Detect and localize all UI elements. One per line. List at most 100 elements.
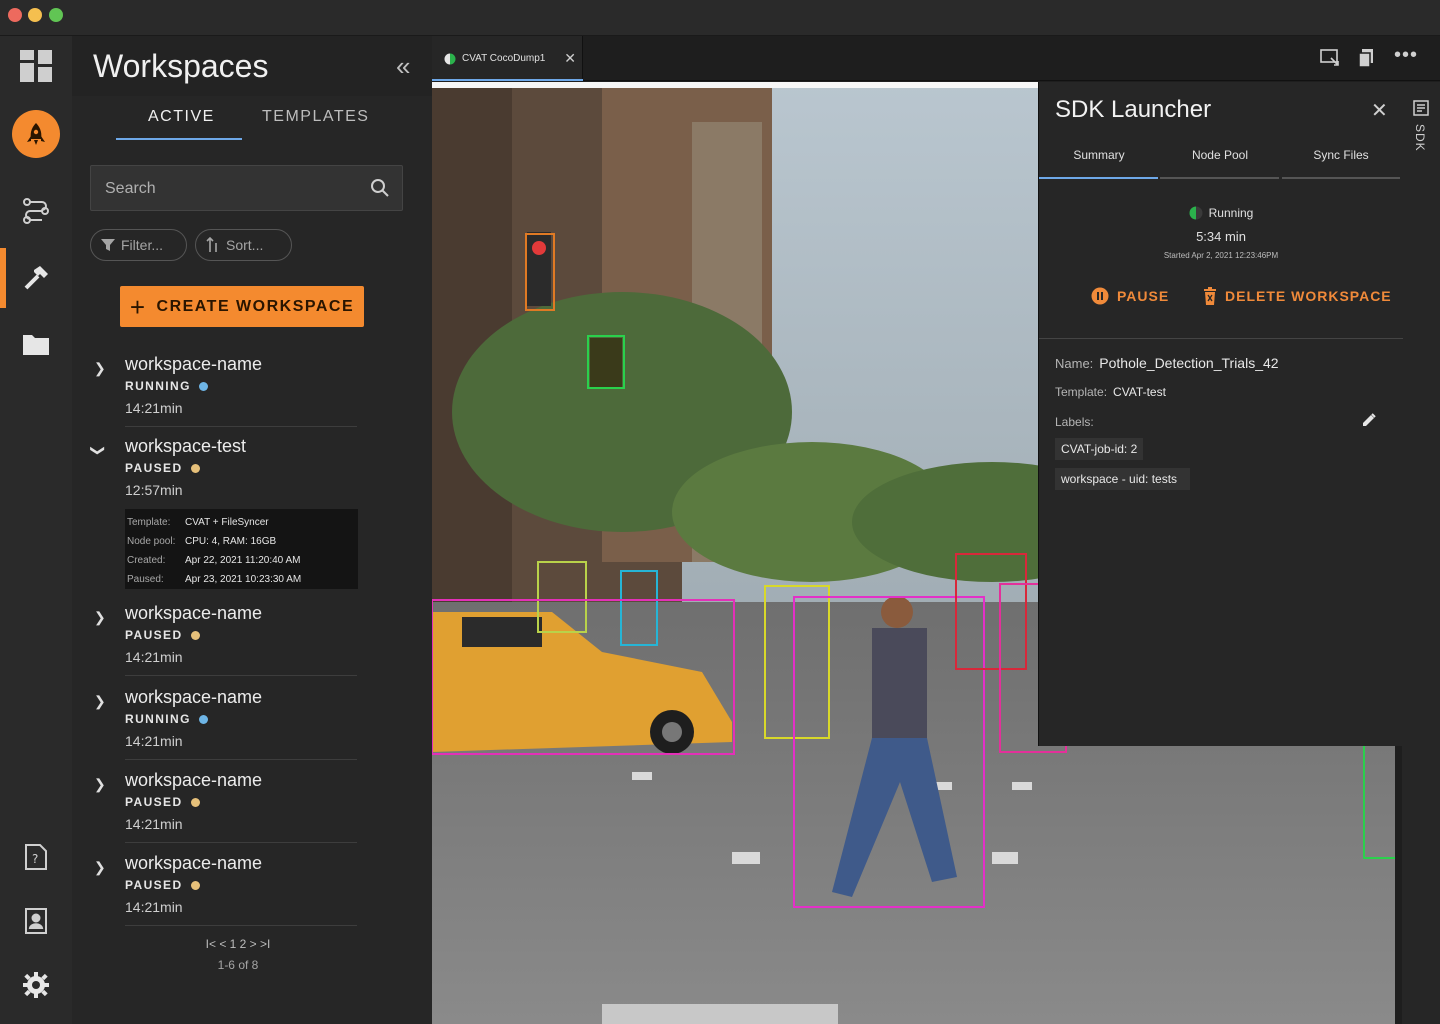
workspace-uptime: 14:21min [125,400,183,416]
status-text: Running [1208,206,1254,220]
workspace-uptime: 14:21min [125,899,183,915]
status-dot-paused [190,463,200,473]
workspace-uptime: 14:21min [125,816,183,832]
chevron-right-icon[interactable]: ❯ [94,609,106,626]
run-duration: 5:34 min [1196,229,1246,244]
trash-icon [1204,287,1216,305]
status-dot-paused [190,630,200,640]
label-chip: workspace - uid: tests [1055,468,1190,490]
panel-header: Workspaces « [72,36,432,96]
workspace-list-item[interactable]: ❯ workspace-test PAUSED 12:57min [90,436,357,510]
more-options-icon[interactable]: ••• [1394,44,1418,67]
workspace-list-item[interactable]: ❯ workspace-name RUNNING 14:21min [90,687,357,761]
pagination-count: 1-6 of 8 [217,958,259,972]
chevron-down-icon[interactable]: ❯ [89,445,106,457]
tab-summary[interactable]: Summary [1039,148,1159,162]
status-badge: PAUSED [125,461,200,475]
tab-divider [1282,177,1400,179]
tab-divider [1160,177,1279,179]
search-input[interactable]: Search [90,165,403,211]
collapse-panel-icon[interactable]: « [396,51,410,82]
copy-icon[interactable] [1358,48,1376,73]
workspace-list-item[interactable]: ❯ workspace-name PAUSED 14:21min [90,603,357,677]
workspace-list-item[interactable]: ❯ workspace-name PAUSED 14:21min [90,853,357,927]
status-badge: RUNNING [125,712,208,726]
edit-labels-icon[interactable] [1362,413,1376,432]
delete-label: DELETE WORKSPACE [1225,288,1392,304]
status-badge: PAUSED [125,795,200,809]
horizontal-scrollbar[interactable] [602,1004,838,1024]
create-workspace-button[interactable]: + CREATE WORKSPACE [120,286,364,327]
search-icon[interactable] [370,178,390,203]
window-minimize-button[interactable] [28,8,42,22]
chevron-right-icon[interactable]: ❯ [94,693,106,710]
pause-button[interactable]: PAUSE [1091,287,1169,305]
workspace-name: workspace-name [125,770,263,790]
nav-rail: ? [0,36,72,1024]
create-workspace-label: CREATE WORKSPACE [156,297,355,315]
window-titlebar [0,0,1440,36]
active-tab-indicator [1039,177,1158,179]
detail-row-paused: Paused: Apr 23, 2021 10:23:30 AM [127,574,302,585]
window-maximize-button[interactable] [49,8,63,22]
pagination-controls[interactable]: I< < 1 2 > >I [72,937,404,951]
divider [125,426,357,427]
settings-gear-icon[interactable] [0,955,72,1015]
pause-label: PAUSE [1117,288,1170,304]
close-tab-icon[interactable]: ✕ [564,50,576,67]
workspace-list-item[interactable]: ❯ workspace-name RUNNING 14:21min [90,354,357,428]
workspace-name: workspace-test [125,436,247,456]
workspace-uptime: 12:57min [125,482,183,498]
pipelines-icon[interactable] [0,181,72,241]
filter-icon [101,239,115,251]
status-badge: PAUSED [125,878,200,892]
status-dot-running [198,714,208,724]
workspace-list-item[interactable]: ❯ workspace-name PAUSED 14:21min [90,770,357,844]
detail-row-template: Template: CVAT + FileSyncer [127,517,269,528]
hammer-icon[interactable] [0,248,72,308]
plus-icon: + [129,291,147,322]
help-icon[interactable]: ? [0,827,72,887]
divider [1039,338,1403,339]
sdk-title: SDK Launcher [1055,96,1212,123]
search-placeholder: Search [105,180,156,197]
workspace-name-row: Name: Pothole_Detection_Trials_42 [1055,355,1279,371]
chevron-right-icon[interactable]: ❯ [94,360,106,377]
chevron-right-icon[interactable]: ❯ [94,776,106,793]
workspace-tabs: ACTIVE TEMPLATES [116,104,378,140]
close-icon[interactable]: ✕ [1371,98,1388,123]
status-dot-paused [190,880,200,890]
folder-icon[interactable] [0,314,72,374]
divider [125,925,357,926]
rocket-launch-button[interactable] [0,104,72,164]
sdk-panel-icon[interactable] [1413,100,1429,121]
active-tab-indicator [432,79,583,81]
status-running-icon [1189,206,1203,220]
workspace-uptime: 14:21min [125,733,183,749]
workspace-name: workspace-name [125,354,263,374]
tab-sync-files[interactable]: Sync Files [1281,148,1401,162]
started-timestamp: Started Apr 2, 2021 12:23:46PM [1163,251,1279,260]
dashboard-icon[interactable] [0,36,72,96]
divider [125,675,357,676]
contact-card-icon[interactable] [0,891,72,951]
right-tool-strip [1402,82,1440,1024]
sdk-vertical-label[interactable]: SDK [1413,124,1427,152]
delete-workspace-button[interactable]: DELETE WORKSPACE [1203,287,1392,305]
screen-select-icon[interactable] [1320,48,1340,73]
workspace-name-value: Pothole_Detection_Trials_42 [1099,355,1279,371]
filter-button[interactable]: Filter... [90,229,187,261]
sdk-launcher-panel: SDK Launcher ✕ Summary Node Pool Sync Fi… [1038,82,1403,746]
tab-templates[interactable]: TEMPLATES [262,108,369,126]
workspace-name: workspace-name [125,687,263,707]
tab-cvat-cocodump[interactable]: CVAT CocoDump1 ✕ [432,36,583,81]
sort-button[interactable]: Sort... [195,229,292,261]
chevron-right-icon[interactable]: ❯ [94,859,106,876]
window-close-button[interactable] [8,8,22,22]
tab-node-pool[interactable]: Node Pool [1160,148,1280,162]
sort-label: Sort... [226,237,264,253]
pause-icon [1091,287,1109,305]
rocket-icon [12,110,60,158]
tab-active[interactable]: ACTIVE [148,108,215,126]
canvas-top-border [432,82,1038,88]
